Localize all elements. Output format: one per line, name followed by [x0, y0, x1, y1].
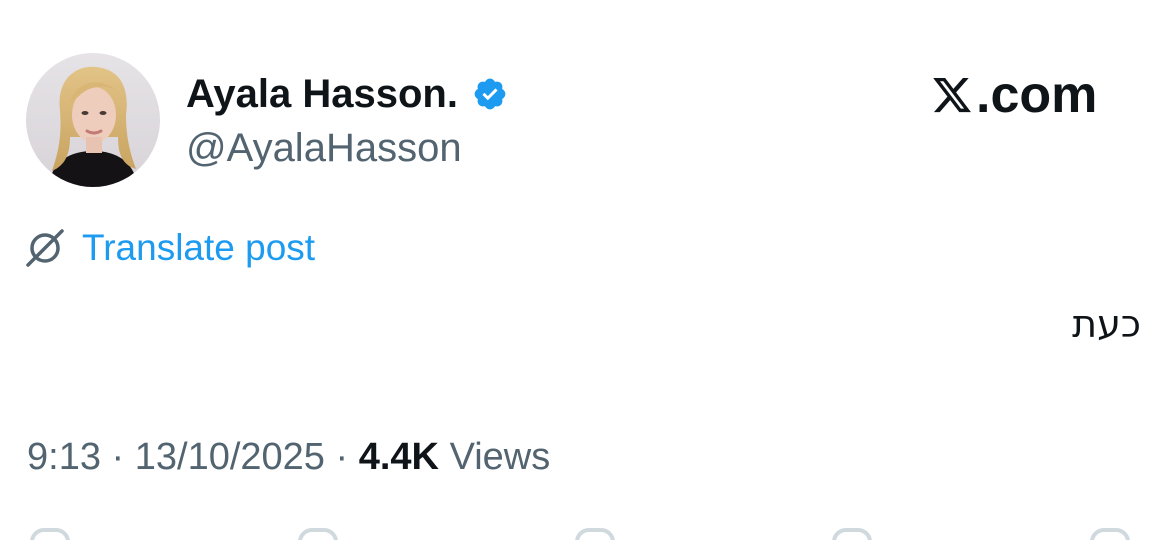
brand-domain-text: .com: [976, 66, 1098, 124]
meta-separator: ·: [111, 436, 125, 478]
author-display-name-row[interactable]: Ayala Hasson.: [186, 66, 508, 122]
post-text: כעת: [1072, 302, 1141, 346]
author-handle[interactable]: @AyalaHasson: [186, 122, 462, 174]
author-display-name[interactable]: Ayala Hasson.: [186, 66, 458, 122]
views-label: Views: [449, 436, 551, 478]
action-bar: [0, 522, 1169, 540]
views-count: 4.4K: [358, 436, 439, 478]
post-meta: 9:13 · 13/10/2025 · 4.4K Views: [27, 432, 550, 482]
bookmark-icon[interactable]: [832, 528, 872, 540]
translate-post-link[interactable]: Translate post: [24, 226, 315, 270]
verified-badge-icon[interactable]: [472, 76, 508, 112]
like-icon[interactable]: [575, 528, 615, 540]
reply-icon[interactable]: [30, 528, 70, 540]
avatar[interactable]: [26, 53, 160, 187]
avatar-photo: [26, 53, 160, 187]
x-logo-icon: [933, 77, 971, 113]
translate-post-label[interactable]: Translate post: [82, 226, 315, 270]
translate-globe-icon: [26, 229, 64, 267]
share-icon[interactable]: [1090, 528, 1130, 540]
post-time[interactable]: 9:13: [27, 436, 101, 478]
meta-separator: ·: [335, 436, 349, 478]
post-date[interactable]: 13/10/2025: [135, 436, 325, 478]
repost-icon[interactable]: [298, 528, 338, 540]
x-com-brand: .com: [930, 66, 1097, 124]
